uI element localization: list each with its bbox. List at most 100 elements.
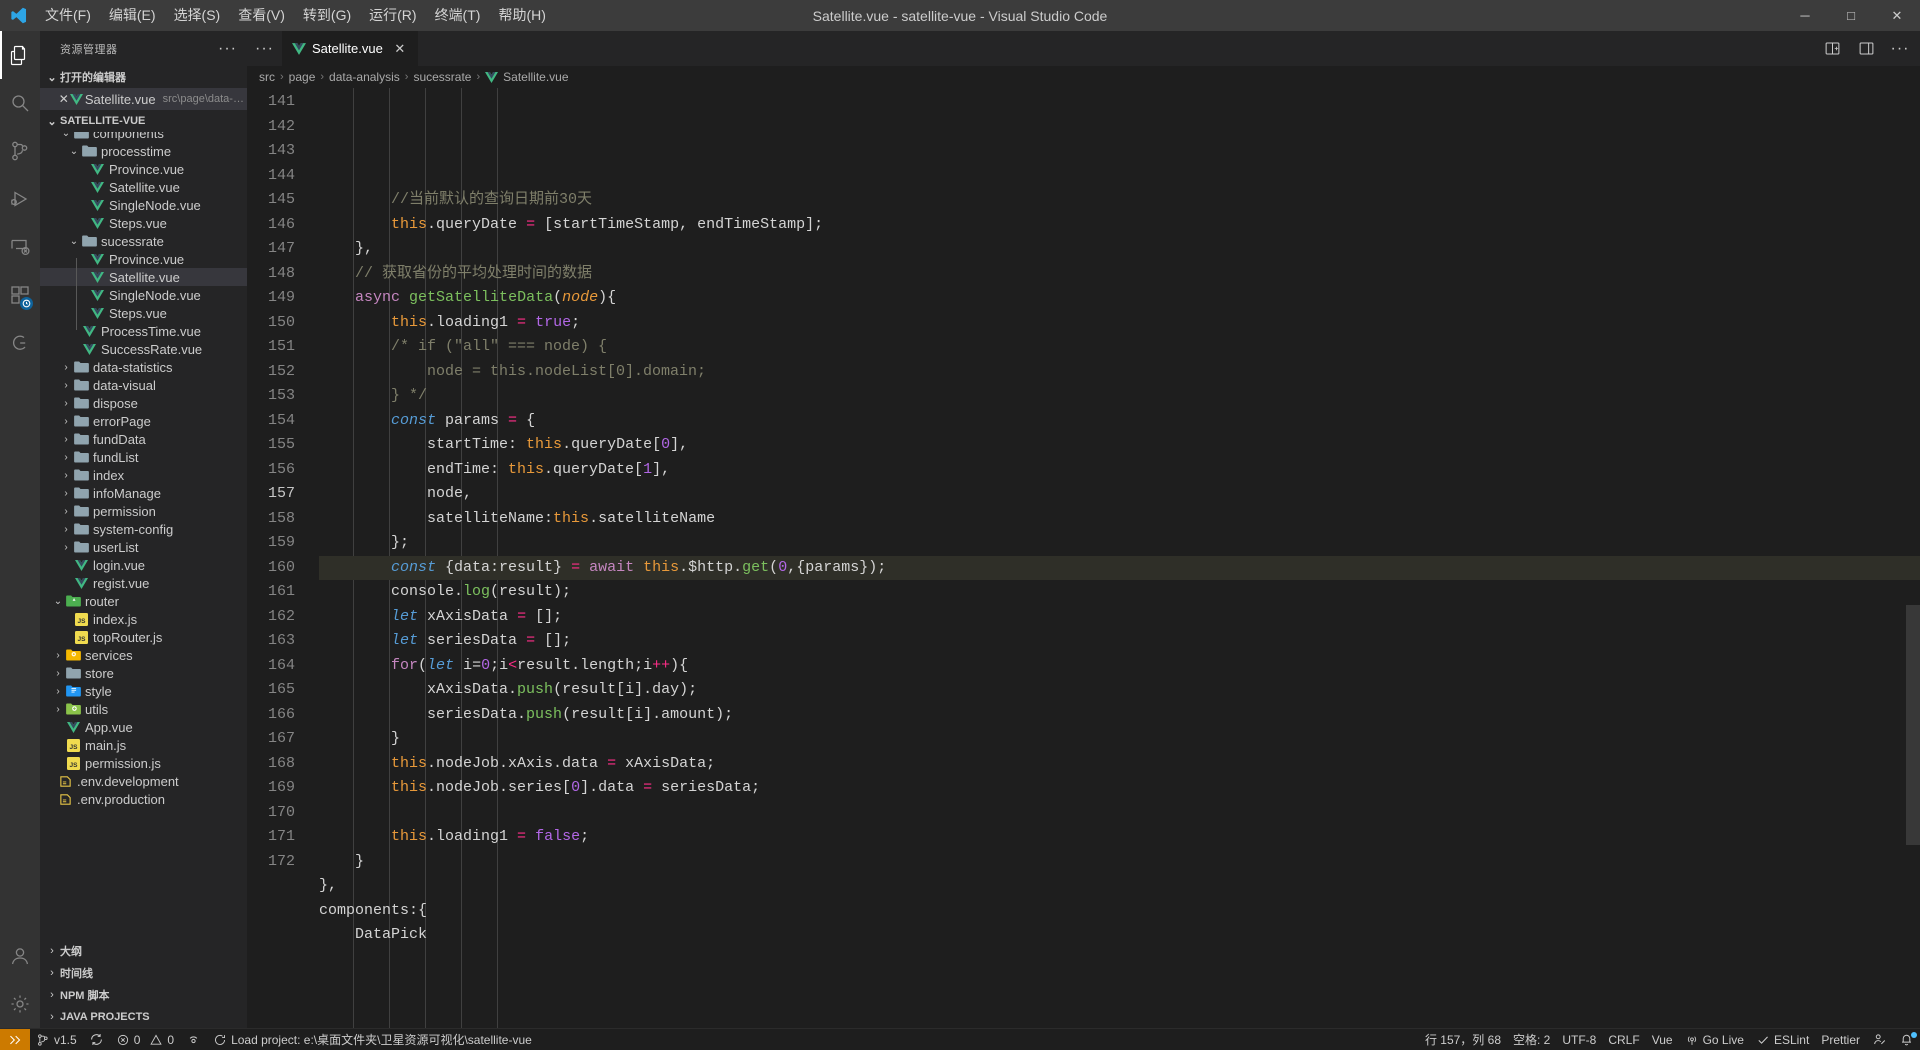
tree-file-steps-vue[interactable]: Steps.vue <box>40 214 247 232</box>
code-line[interactable]: startTime: this.queryDate[0], <box>319 433 1920 458</box>
tree-folder-processtime[interactable]: ⌄ processtime <box>40 142 247 160</box>
tree-folder-components[interactable]: ⌄ components <box>40 132 247 142</box>
code-line[interactable]: //当前默认的查询日期前30天 <box>319 188 1920 213</box>
tree-file-app-vue[interactable]: App.vue <box>40 718 247 736</box>
code-line[interactable]: satelliteName:this.satelliteName <box>319 507 1920 532</box>
breadcrumb-item-page[interactable]: page <box>289 70 316 84</box>
radio-tower-status[interactable] <box>180 1029 207 1050</box>
code-line[interactable]: let seriesData = []; <box>319 629 1920 654</box>
tree-folder-sucessrate[interactable]: ⌄ sucessrate <box>40 232 247 250</box>
tab-satellite-vue[interactable]: Satellite.vue ✕ <box>282 31 419 66</box>
code-line[interactable]: // 获取省份的平均处理时间的数据 <box>319 262 1920 287</box>
code-line[interactable]: DataPick <box>319 923 1920 948</box>
manage-settings-icon[interactable] <box>0 980 40 1028</box>
close-button[interactable]: ✕ <box>1874 0 1920 31</box>
tab-bar-more-icon[interactable]: ··· <box>247 31 282 66</box>
tree-folder-dispose[interactable]: › dispose <box>40 394 247 412</box>
tree-file-province-vue[interactable]: Province.vue <box>40 250 247 268</box>
code-line[interactable]: async getSatelliteData(node){ <box>319 286 1920 311</box>
menu-view[interactable]: 查看(V) <box>229 0 294 31</box>
eol-status[interactable]: CRLF <box>1602 1029 1645 1050</box>
breadcrumb-item-data-analysis[interactable]: data-analysis <box>329 70 400 84</box>
tree-folder-style[interactable]: › style <box>40 682 247 700</box>
load-project-status[interactable]: Load project: e:\桌面文件夹\卫星资源可视化\satellite… <box>207 1029 538 1050</box>
tree-file-main-js[interactable]: JS main.js <box>40 736 247 754</box>
code-line[interactable]: } <box>319 850 1920 875</box>
explorer-icon[interactable] <box>0 31 40 79</box>
tree-folder-router[interactable]: ⌄ router <box>40 592 247 610</box>
language-mode-status[interactable]: Vue <box>1646 1029 1679 1050</box>
code-line[interactable]: } */ <box>319 384 1920 409</box>
code-line[interactable]: xAxisData.push(result[i].day); <box>319 678 1920 703</box>
git-branch-status[interactable]: v1.5 <box>30 1029 83 1050</box>
breadcrumb-item-satellite-vue[interactable]: Satellite.vue <box>485 70 569 84</box>
problems-status[interactable]: 0 0 <box>110 1029 180 1050</box>
close-icon[interactable]: ✕ <box>58 92 70 106</box>
code-line[interactable]: this.loading1 = true; <box>319 311 1920 336</box>
menu-help[interactable]: 帮助(H) <box>489 0 554 31</box>
tree-file--env-production[interactable]: .env.production <box>40 790 247 808</box>
code-line[interactable]: components:{ <box>319 899 1920 924</box>
code-line[interactable]: /* if ("all" === node) { <box>319 335 1920 360</box>
tree-file-singlenode-vue[interactable]: SingleNode.vue <box>40 286 247 304</box>
toggle-panel-icon[interactable] <box>1856 39 1876 59</box>
tree-folder-store[interactable]: › store <box>40 664 247 682</box>
tree-folder-utils[interactable]: › utils <box>40 700 247 718</box>
code-line[interactable]: this.loading1 = false; <box>319 825 1920 850</box>
tree-file-successrate-vue[interactable]: SuccessRate.vue <box>40 340 247 358</box>
code-line[interactable]: }, <box>319 237 1920 262</box>
encoding-status[interactable]: UTF-8 <box>1556 1029 1602 1050</box>
breadcrumb-item-sucessrate[interactable]: sucessrate <box>413 70 471 84</box>
sidebar-more-actions-icon[interactable]: ··· <box>218 40 237 58</box>
tree-folder-fundlist[interactable]: › fundList <box>40 448 247 466</box>
cursor-position-status[interactable]: 行 157，列 68 <box>1419 1029 1507 1050</box>
code-line[interactable]: seriesData.push(result[i].amount); <box>319 703 1920 728</box>
tree-folder-services[interactable]: › services <box>40 646 247 664</box>
extensions-icon[interactable] <box>0 271 40 319</box>
prettier-status[interactable]: Prettier <box>1815 1029 1866 1050</box>
tree-file-toprouter-js[interactable]: JS topRouter.js <box>40 628 247 646</box>
tree-file--env-development[interactable]: .env.development <box>40 772 247 790</box>
minimize-button[interactable]: ─ <box>1782 0 1828 31</box>
tab-close-icon[interactable]: ✕ <box>392 41 408 57</box>
code-line[interactable] <box>319 801 1920 826</box>
tree-file-processtime-vue[interactable]: ProcessTime.vue <box>40 322 247 340</box>
source-control-icon[interactable] <box>0 127 40 175</box>
eslint-status[interactable]: ESLint <box>1750 1029 1815 1050</box>
tree-folder-system-config[interactable]: › system-config <box>40 520 247 538</box>
menu-go[interactable]: 转到(G) <box>294 0 360 31</box>
tree-file-satellite-vue[interactable]: Satellite.vue <box>40 268 247 286</box>
more-actions-icon[interactable]: ··· <box>1890 39 1910 59</box>
panel-npm-scripts[interactable]: › NPM 脚本 <box>40 984 247 1006</box>
code-content[interactable]: //当前默认的查询日期前30天 this.queryDate = [startT… <box>319 88 1920 1028</box>
tree-file-permission-js[interactable]: JS permission.js <box>40 754 247 772</box>
code-line[interactable]: this.nodeJob.series[0].data = seriesData… <box>319 776 1920 801</box>
tree-folder-data-statistics[interactable]: › data-statistics <box>40 358 247 376</box>
tree-file-steps-vue[interactable]: Steps.vue <box>40 304 247 322</box>
menu-terminal[interactable]: 终端(T) <box>426 0 490 31</box>
tree-file-singlenode-vue[interactable]: SingleNode.vue <box>40 196 247 214</box>
open-editor-row[interactable]: ✕ Satellite.vue src\page\data-analysi… <box>40 88 247 110</box>
indentation-status[interactable]: 空格: 2 <box>1507 1029 1556 1050</box>
tree-file-index-js[interactable]: JS index.js <box>40 610 247 628</box>
tree-folder-userlist[interactable]: › userList <box>40 538 247 556</box>
code-line[interactable]: node, <box>319 482 1920 507</box>
run-and-debug-icon[interactable] <box>0 175 40 223</box>
tree-folder-funddata[interactable]: › fundData <box>40 430 247 448</box>
maximize-button[interactable]: □ <box>1828 0 1874 31</box>
tree-file-satellite-vue[interactable]: Satellite.vue <box>40 178 247 196</box>
code-line[interactable]: let xAxisData = []; <box>319 605 1920 630</box>
tree-folder-infomanage[interactable]: › infoManage <box>40 484 247 502</box>
tree-file-login-vue[interactable]: login.vue <box>40 556 247 574</box>
tree-folder-permission[interactable]: › permission <box>40 502 247 520</box>
code-line[interactable]: this.nodeJob.xAxis.data = xAxisData; <box>319 752 1920 777</box>
code-line[interactable]: endTime: this.queryDate[1], <box>319 458 1920 483</box>
file-tree[interactable]: ⌄ components ⌄ processtime Province.vue Satel… <box>40 132 247 940</box>
open-editors-header[interactable]: ⌄ 打开的编辑器 <box>40 66 247 88</box>
code-line[interactable]: }, <box>319 874 1920 899</box>
remote-explorer-icon[interactable] <box>0 223 40 271</box>
accounts-icon[interactable] <box>0 932 40 980</box>
panel-java-projects[interactable]: › JAVA PROJECTS <box>40 1006 247 1028</box>
gitlens-icon[interactable] <box>0 319 40 367</box>
tree-folder-index[interactable]: › index <box>40 466 247 484</box>
